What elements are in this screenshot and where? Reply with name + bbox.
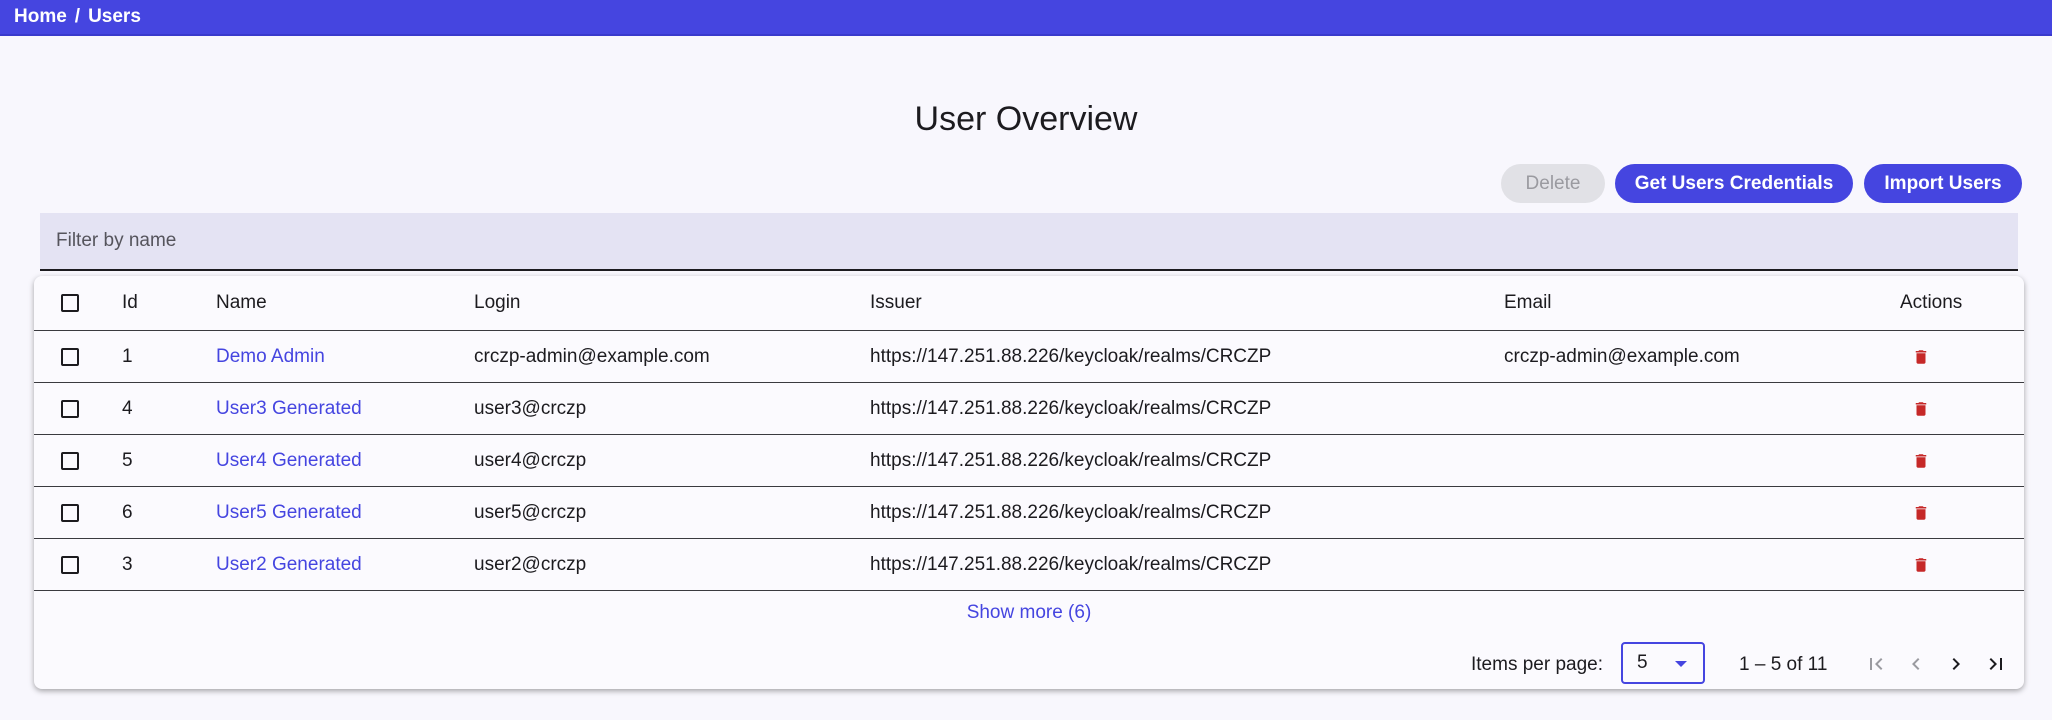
row-issuer: https://147.251.88.226/keycloak/realms/C… xyxy=(870,345,1272,367)
items-per-page-label: Items per page: xyxy=(1471,654,1604,675)
trash-icon[interactable] xyxy=(1912,554,1930,576)
row-name-link[interactable]: User2 Generated xyxy=(216,539,362,590)
breadcrumb: Home / Users xyxy=(0,0,2052,36)
column-header-actions: Actions xyxy=(1900,292,1963,313)
page-range-label: 1 – 5 of 11 xyxy=(1739,654,1828,675)
row-login: user2@crczp xyxy=(474,553,587,575)
row-issuer: https://147.251.88.226/keycloak/realms/C… xyxy=(870,553,1272,575)
import-users-button[interactable]: Import Users xyxy=(1864,164,2022,203)
column-header-email[interactable]: Email xyxy=(1504,276,1552,330)
row-id: 5 xyxy=(122,449,133,471)
row-checkbox[interactable] xyxy=(61,555,79,574)
chevron-right-icon[interactable] xyxy=(1944,652,1968,676)
items-per-page-select[interactable]: 5 xyxy=(1621,642,1705,684)
row-email: crczp-admin@example.com xyxy=(1504,345,1740,367)
table-row: 1 Demo Admin crczp-admin@example.com https:… xyxy=(34,331,2024,383)
row-issuer: https://147.251.88.226/keycloak/realms/C… xyxy=(870,501,1272,523)
trash-icon[interactable] xyxy=(1912,346,1930,368)
row-login: user3@crczp xyxy=(474,397,587,419)
select-all-checkbox[interactable] xyxy=(61,294,79,312)
row-id: 4 xyxy=(122,397,133,419)
items-per-page-value: 5 xyxy=(1637,652,1648,673)
last-page-icon[interactable] xyxy=(1984,652,2008,676)
trash-icon[interactable] xyxy=(1912,398,1930,420)
row-id: 3 xyxy=(122,553,133,575)
breadcrumb-current: Users xyxy=(88,6,141,27)
row-issuer: https://147.251.88.226/keycloak/realms/C… xyxy=(870,397,1272,419)
row-login: crczp-admin@example.com xyxy=(474,345,710,367)
row-id: 1 xyxy=(122,345,133,367)
row-login: user5@crczp xyxy=(474,501,587,523)
table-row: 6 User5 Generated user5@crczp https://147.2… xyxy=(34,487,2024,539)
column-header-name[interactable]: Name xyxy=(216,276,267,330)
row-name-link[interactable]: User5 Generated xyxy=(216,487,362,538)
row-checkbox[interactable] xyxy=(61,399,79,418)
get-users-credentials-button[interactable]: Get Users Credentials xyxy=(1615,164,1853,203)
breadcrumb-home[interactable]: Home xyxy=(14,6,67,28)
row-login: user4@crczp xyxy=(474,449,587,471)
users-table-card: Id Name Login Issuer Email Actions 1 Demo… xyxy=(34,276,2024,689)
row-name-link[interactable]: User3 Generated xyxy=(216,383,362,434)
trash-icon[interactable] xyxy=(1912,450,1930,472)
row-issuer: https://147.251.88.226/keycloak/realms/C… xyxy=(870,449,1272,471)
row-checkbox[interactable] xyxy=(61,347,79,366)
filter-input[interactable] xyxy=(56,230,2018,252)
delete-button[interactable]: Delete xyxy=(1501,164,1605,203)
table-row: 4 User3 Generated user3@crczp https://147.2… xyxy=(34,383,2024,435)
table-row: 5 User4 Generated user4@crczp https://147.2… xyxy=(34,435,2024,487)
row-name-link[interactable]: User4 Generated xyxy=(216,435,362,486)
column-header-issuer[interactable]: Issuer xyxy=(870,276,922,330)
row-name-link[interactable]: Demo Admin xyxy=(216,331,325,382)
page-title: User Overview xyxy=(914,100,1138,138)
chevron-left-icon[interactable] xyxy=(1904,652,1928,676)
filter-field xyxy=(40,213,2018,271)
row-checkbox[interactable] xyxy=(61,503,79,522)
row-checkbox[interactable] xyxy=(61,451,79,470)
dropdown-arrow-icon xyxy=(1675,661,1687,667)
column-header-id[interactable]: Id xyxy=(122,276,138,330)
paginator: Items per page: 5 1 – 5 of 11 xyxy=(34,642,2024,686)
breadcrumb-separator: / xyxy=(74,6,81,27)
row-id: 6 xyxy=(122,501,133,523)
table-row: 3 User2 Generated user2@crczp https://147.2… xyxy=(34,539,2024,591)
trash-icon[interactable] xyxy=(1912,502,1930,524)
column-header-login[interactable]: Login xyxy=(474,276,521,330)
first-page-icon[interactable] xyxy=(1864,652,1888,676)
table-header-row: Id Name Login Issuer Email Actions xyxy=(34,276,2024,331)
show-more-link[interactable]: Show more (6) xyxy=(34,602,2024,624)
